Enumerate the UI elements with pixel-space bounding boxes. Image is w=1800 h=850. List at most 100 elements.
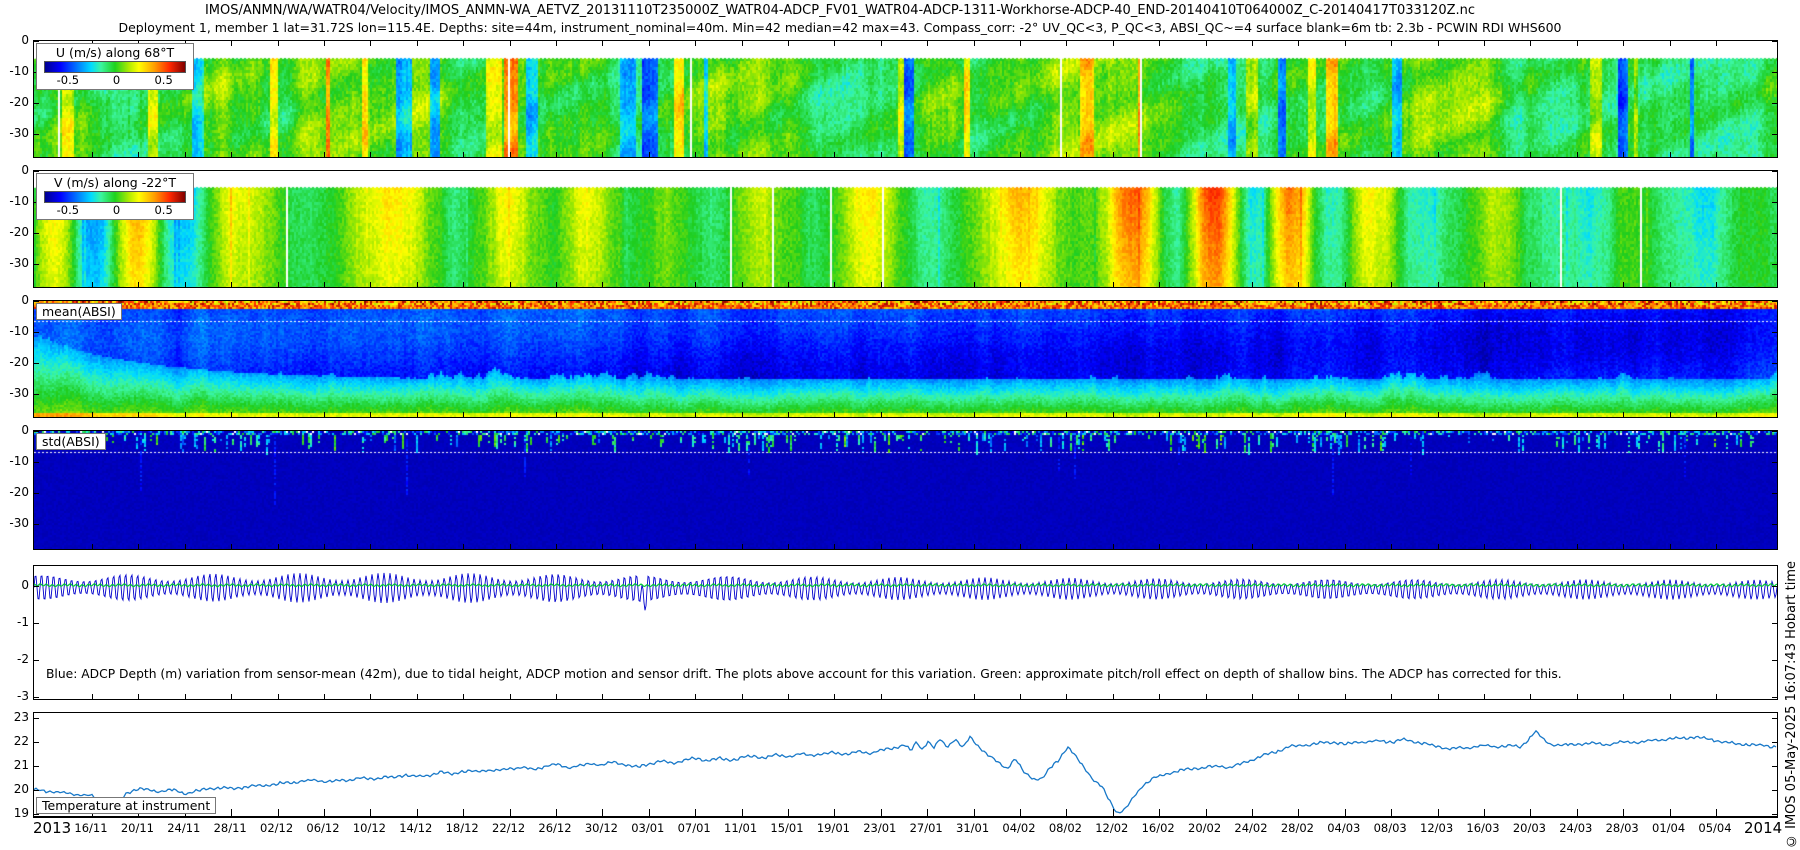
x-tick-mark — [927, 152, 928, 157]
x-tick-mark — [834, 694, 835, 699]
x-tick-mark — [278, 412, 279, 417]
temperature-line — [34, 731, 1776, 813]
x-tick-mark — [927, 41, 928, 46]
x-tick-mark — [1391, 544, 1392, 549]
x-tick-mark — [1206, 544, 1207, 549]
y-tick-mark — [34, 718, 39, 719]
y-tick-label: 23 — [0, 710, 29, 724]
x-tick-mark — [881, 544, 882, 549]
v-colorbar-ticks: -0.5 0 0.5 — [39, 203, 191, 217]
y-tick-mark — [1772, 332, 1777, 333]
x-tick-mark — [695, 694, 696, 699]
panel-temperature: Temperature at instrument — [33, 712, 1778, 818]
x-tick-mark — [602, 412, 603, 417]
x-tick-label: 31/01 — [956, 821, 989, 835]
panel-std-absi-heatmap: std(ABSI) — [33, 430, 1778, 550]
y-tick-mark — [34, 103, 39, 104]
x-tick-mark — [1391, 412, 1392, 417]
x-tick-mark — [417, 809, 418, 816]
x-tick-mark — [834, 544, 835, 549]
y-tick-mark — [1772, 697, 1777, 698]
y-tick-label: 0 — [0, 163, 29, 177]
x-tick-mark — [1206, 152, 1207, 157]
x-tick-label: 28/02 — [1281, 821, 1314, 835]
v-legend-title: V (m/s) along -22°T — [39, 175, 191, 190]
u-heatmap-canvas — [34, 41, 1777, 157]
x-tick-mark — [1206, 282, 1207, 287]
y-tick-mark — [1772, 623, 1777, 624]
x-tick-mark — [1391, 152, 1392, 157]
mean-absi-label: mean(ABSI) — [36, 303, 122, 320]
x-tick-mark — [695, 282, 696, 287]
x-tick-mark — [1484, 412, 1485, 417]
x-tick-mark — [1391, 282, 1392, 287]
x-tick-mark — [1345, 544, 1346, 549]
y-tick-mark — [34, 586, 39, 587]
x-tick-mark — [1577, 809, 1578, 816]
x-tick-mark — [1159, 152, 1160, 157]
plot-figure: IMOS/ANMN/WA/WATR04/Velocity/IMOS_ANMN-W… — [0, 0, 1800, 850]
x-tick-mark — [649, 41, 650, 46]
x-tick-mark — [1530, 412, 1531, 417]
x-tick-mark — [185, 544, 186, 549]
x-tick-mark — [1298, 544, 1299, 549]
x-tick-mark — [138, 412, 139, 417]
x-tick-mark — [463, 41, 464, 46]
x-tick-mark — [1577, 412, 1578, 417]
x-tick-mark — [1438, 282, 1439, 287]
x-tick-mark — [556, 282, 557, 287]
x-tick-mark — [1716, 152, 1717, 157]
x-tick-mark — [1298, 694, 1299, 699]
x-tick-mark — [138, 152, 139, 157]
y-tick-mark — [34, 766, 39, 767]
x-tick-mark — [742, 41, 743, 46]
x-tick-mark — [788, 412, 789, 417]
x-tick-label: 16/03 — [1466, 821, 1499, 835]
x-tick-mark — [1066, 809, 1067, 816]
y-tick-mark — [1772, 103, 1777, 104]
x-tick-mark — [881, 282, 882, 287]
x-tick-mark — [1530, 152, 1531, 157]
u-colorbar-tick-min: -0.5 — [57, 73, 79, 87]
x-tick-mark — [1298, 152, 1299, 157]
x-tick-mark — [927, 809, 928, 816]
y-tick-label: -10 — [0, 64, 29, 78]
x-tick-label: 01/04 — [1652, 821, 1685, 835]
y-tick-mark — [1772, 264, 1777, 265]
v-colorbar-tick-max: 0.5 — [154, 203, 172, 217]
copyright-watermark: © IMOS 05-May-2025 16:07:43 Hobart time — [1784, 561, 1799, 848]
x-tick-label: 11/01 — [724, 821, 757, 835]
x-tick-mark — [231, 694, 232, 699]
x-tick-mark — [602, 152, 603, 157]
x-tick-mark — [1438, 152, 1439, 157]
y-tick-mark — [1772, 41, 1777, 42]
x-tick-mark — [278, 282, 279, 287]
x-tick-mark — [1159, 412, 1160, 417]
y-tick-mark — [1772, 202, 1777, 203]
x-tick-mark — [1206, 412, 1207, 417]
x-tick-mark — [1484, 809, 1485, 816]
x-tick-mark — [324, 809, 325, 816]
x-tick-mark — [1159, 41, 1160, 46]
x-tick-mark — [556, 694, 557, 699]
u-colorbar-ticks: -0.5 0 0.5 — [39, 73, 191, 87]
x-tick-mark — [881, 152, 882, 157]
x-tick-mark — [370, 694, 371, 699]
y-tick-label: 0 — [0, 578, 29, 592]
x-tick-mark — [1670, 41, 1671, 46]
y-tick-mark — [1772, 394, 1777, 395]
x-tick-mark — [1530, 694, 1531, 699]
x-tick-mark — [1252, 694, 1253, 699]
x-tick-mark — [92, 412, 93, 417]
x-tick-mark — [278, 544, 279, 549]
u-colorbar-tick-max: 0.5 — [154, 73, 172, 87]
x-tick-mark — [927, 282, 928, 287]
x-tick-mark — [463, 152, 464, 157]
x-tick-mark — [1298, 412, 1299, 417]
x-tick-mark — [324, 694, 325, 699]
x-tick-mark — [649, 694, 650, 699]
x-tick-mark — [1391, 694, 1392, 699]
y-tick-label: -30 — [0, 386, 29, 400]
x-tick-mark — [974, 412, 975, 417]
x-tick-mark — [788, 694, 789, 699]
